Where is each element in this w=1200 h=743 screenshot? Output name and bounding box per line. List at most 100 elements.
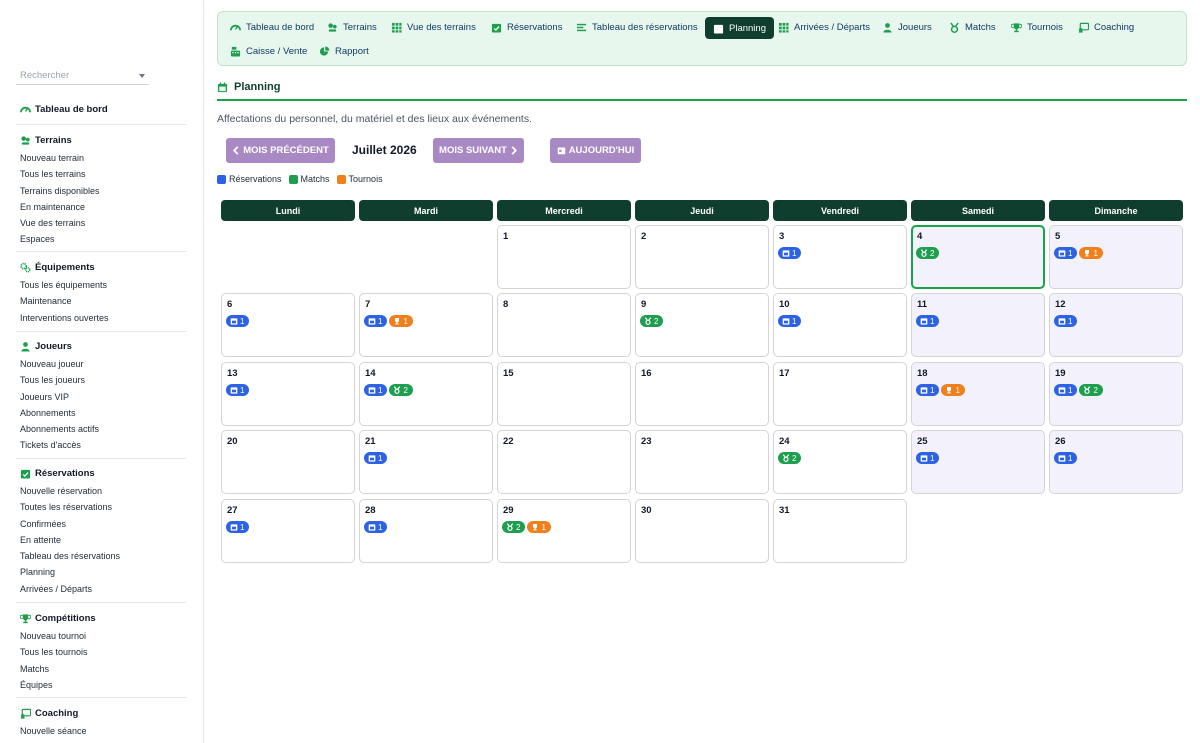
- sidebar-link[interactable]: Tous les équipements: [20, 279, 190, 295]
- calendar-day[interactable]: 30: [635, 499, 769, 563]
- sidebar-link[interactable]: Tous les terrains: [20, 168, 190, 184]
- nav-item-rapport[interactable]: Rapport: [306, 40, 377, 62]
- sidebar-group-title[interactable]: Joueurs: [20, 340, 190, 352]
- nav-item-planning[interactable]: Planning: [705, 17, 774, 39]
- sidebar-link[interactable]: Vue des terrains: [20, 217, 190, 233]
- calendar-day[interactable]: 42: [911, 225, 1045, 289]
- sidebar-group-title[interactable]: Équipements: [20, 261, 190, 273]
- sidebar-link[interactable]: Confirmées: [20, 518, 190, 534]
- nav-item-tableau-des-reservations[interactable]: Tableau des réservations: [563, 16, 706, 38]
- sidebar-link[interactable]: Matchs: [20, 663, 190, 679]
- reservation-badge[interactable]: 1: [364, 452, 388, 464]
- match-badge[interactable]: 2: [640, 315, 664, 327]
- sidebar-link[interactable]: Toutes les réservations: [20, 501, 190, 517]
- reservation-badge[interactable]: 1: [226, 521, 250, 533]
- match-badge[interactable]: 2: [916, 247, 940, 259]
- reservation-badge[interactable]: 1: [916, 452, 940, 464]
- previous-month-button[interactable]: MOIS PRÉCÉDENT: [226, 138, 335, 163]
- reservation-badge[interactable]: 1: [1054, 384, 1078, 396]
- sidebar-link[interactable]: Équipes: [20, 679, 190, 695]
- calendar-day[interactable]: 711: [359, 293, 493, 357]
- sidebar-link[interactable]: Nouvelle réservation: [20, 485, 190, 501]
- calendar-day[interactable]: 16: [635, 362, 769, 426]
- calendar-day[interactable]: 27 1: [221, 499, 355, 563]
- match-badge[interactable]: 2: [389, 384, 413, 396]
- calendar-day[interactable]: 2: [635, 225, 769, 289]
- calendar-day[interactable]: 1: [497, 225, 631, 289]
- sidebar-group-title[interactable]: Réservations: [20, 467, 190, 479]
- nav-item-joueurs[interactable]: Joueurs: [869, 16, 940, 38]
- search-select[interactable]: Rechercher: [16, 67, 149, 85]
- sidebar-item-dashboard[interactable]: Tableau de bord: [20, 104, 108, 115]
- sidebar-link[interactable]: Abonnements: [20, 407, 190, 423]
- sidebar-group-title[interactable]: Compétitions: [20, 612, 190, 624]
- calendar-day[interactable]: 92: [635, 293, 769, 357]
- nav-item-caisse-vente[interactable]: Caisse / Vente: [217, 40, 315, 62]
- calendar-day[interactable]: 19 1 2: [1049, 362, 1183, 426]
- reservation-badge[interactable]: 1: [778, 247, 802, 259]
- nav-item-matchs[interactable]: Matchs: [936, 16, 1004, 38]
- match-badge[interactable]: 2: [502, 521, 526, 533]
- sidebar-link[interactable]: Tableau des réservations: [20, 550, 190, 566]
- reservation-badge[interactable]: 1: [778, 315, 802, 327]
- calendar-day[interactable]: 23: [635, 430, 769, 494]
- calendar-day[interactable]: 22: [497, 430, 631, 494]
- calendar-day[interactable]: 14 1 2: [359, 362, 493, 426]
- sidebar-link[interactable]: Nouveau tournoi: [20, 630, 190, 646]
- calendar-day[interactable]: 31: [773, 225, 907, 289]
- nav-item-vue-des-terrains[interactable]: Vue des terrains: [378, 16, 484, 38]
- reservation-badge[interactable]: 1: [364, 315, 388, 327]
- sidebar-link[interactable]: Planning: [20, 566, 190, 582]
- calendar-day[interactable]: 24 2: [773, 430, 907, 494]
- calendar-day[interactable]: 31: [773, 499, 907, 563]
- reservation-badge[interactable]: 1: [1054, 247, 1078, 259]
- sidebar-link[interactable]: Interventions ouvertes: [20, 312, 190, 328]
- calendar-day[interactable]: 12 1: [1049, 293, 1183, 357]
- match-badge[interactable]: 2: [1079, 384, 1103, 396]
- sidebar-link[interactable]: Nouveau joueur: [20, 358, 190, 374]
- sidebar-link[interactable]: Abonnements actifs: [20, 423, 190, 439]
- nav-item-tournois[interactable]: Tournois: [998, 16, 1071, 38]
- calendar-day[interactable]: 28 1: [359, 499, 493, 563]
- calendar-day[interactable]: 61: [221, 293, 355, 357]
- sidebar-link[interactable]: Tous les tournois: [20, 646, 190, 662]
- tournament-badge[interactable]: 1: [527, 521, 551, 533]
- sidebar-link[interactable]: Terrains disponibles: [20, 185, 190, 201]
- calendar-day[interactable]: 11 1: [911, 293, 1045, 357]
- sidebar-link[interactable]: Tickets d'accès: [20, 439, 190, 455]
- nav-item-reservations[interactable]: Réservations: [478, 16, 570, 38]
- sidebar-link[interactable]: Tous les joueurs: [20, 374, 190, 390]
- sidebar-link[interactable]: Espaces: [20, 233, 190, 249]
- next-month-button[interactable]: MOIS SUIVANT: [433, 138, 524, 163]
- calendar-day[interactable]: 25 1: [911, 430, 1045, 494]
- reservation-badge[interactable]: 1: [226, 384, 250, 396]
- sidebar-group-title[interactable]: Terrains: [20, 134, 190, 146]
- sidebar-link[interactable]: Nouvelle séance: [20, 725, 190, 741]
- reservation-badge[interactable]: 1: [1054, 452, 1078, 464]
- tournament-badge[interactable]: 1: [389, 315, 413, 327]
- calendar-day[interactable]: 511: [1049, 225, 1183, 289]
- calendar-day[interactable]: 17: [773, 362, 907, 426]
- sidebar-link[interactable]: En attente: [20, 534, 190, 550]
- match-badge[interactable]: 2: [778, 452, 802, 464]
- today-button[interactable]: AUJOURD'HUI: [550, 138, 641, 163]
- calendar-day[interactable]: 15: [497, 362, 631, 426]
- sidebar-link[interactable]: Joueurs VIP: [20, 391, 190, 407]
- calendar-day[interactable]: 26 1: [1049, 430, 1183, 494]
- tournament-badge[interactable]: 1: [941, 384, 965, 396]
- tournament-badge[interactable]: 1: [1079, 247, 1103, 259]
- calendar-day[interactable]: 21 1: [359, 430, 493, 494]
- reservation-badge[interactable]: 1: [916, 384, 940, 396]
- reservation-badge[interactable]: 1: [364, 384, 388, 396]
- calendar-day[interactable]: 29 2 1: [497, 499, 631, 563]
- sidebar-link[interactable]: Nouveau terrain: [20, 152, 190, 168]
- calendar-day[interactable]: 13 1: [221, 362, 355, 426]
- reservation-badge[interactable]: 1: [226, 315, 250, 327]
- nav-item-coaching[interactable]: Coaching: [1065, 16, 1142, 38]
- nav-item-arrivees-departs[interactable]: Arrivées / Départs: [765, 16, 878, 38]
- reservation-badge[interactable]: 1: [364, 521, 388, 533]
- calendar-day[interactable]: 8: [497, 293, 631, 357]
- calendar-day[interactable]: 20: [221, 430, 355, 494]
- reservation-badge[interactable]: 1: [916, 315, 940, 327]
- sidebar-link[interactable]: En maintenance: [20, 201, 190, 217]
